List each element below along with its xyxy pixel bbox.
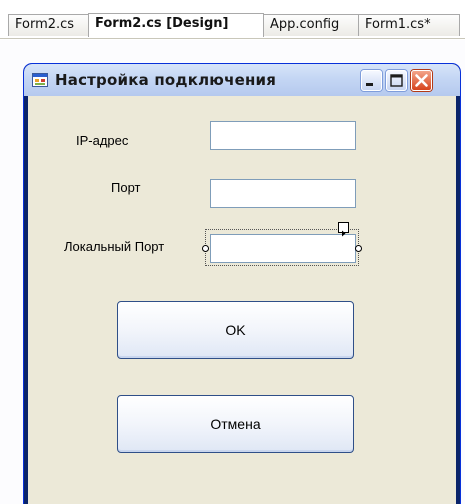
local-port-input[interactable] xyxy=(210,234,356,263)
window-title: Настройка подключения xyxy=(55,71,277,89)
maximize-icon xyxy=(390,74,403,87)
ip-address-input[interactable] xyxy=(210,121,356,150)
cancel-button[interactable]: Отмена xyxy=(117,395,354,453)
tab-strip-divider xyxy=(0,38,465,39)
tab-app-config[interactable]: App.config xyxy=(263,14,359,36)
document-tab-strip: Form2.cs Form2.cs [Design] App.config Fo… xyxy=(0,0,465,40)
smart-tag-arrow-icon xyxy=(342,230,346,237)
form-client-area: IP-адрес Порт Локальный Порт OK Отмена xyxy=(28,96,456,504)
minimize-button[interactable] xyxy=(361,70,382,91)
tab-form2-cs[interactable]: Form2.cs xyxy=(8,14,91,36)
ok-button[interactable]: OK xyxy=(117,301,354,359)
port-label: Порт xyxy=(111,180,141,195)
tab-form1-cs[interactable]: Form1.cs* xyxy=(358,14,460,36)
local-port-label: Локальный Порт xyxy=(64,239,165,254)
left-resize-handle[interactable] xyxy=(202,245,209,252)
ip-address-label: IP-адрес xyxy=(76,133,129,148)
form-window[interactable]: Настройка подключения IP-адрес Порт Лока… xyxy=(24,64,460,504)
smart-tag-button[interactable] xyxy=(338,222,349,237)
minimize-icon xyxy=(366,83,373,86)
right-resize-handle[interactable] xyxy=(355,245,362,252)
window-titlebar[interactable]: Настройка подключения xyxy=(24,64,460,96)
port-input[interactable] xyxy=(210,179,356,208)
close-button[interactable] xyxy=(411,70,432,91)
close-icon xyxy=(415,74,428,87)
form-icon xyxy=(32,73,48,87)
tab-form2-design[interactable]: Form2.cs [Design] xyxy=(88,13,264,37)
maximize-button[interactable] xyxy=(386,70,407,91)
